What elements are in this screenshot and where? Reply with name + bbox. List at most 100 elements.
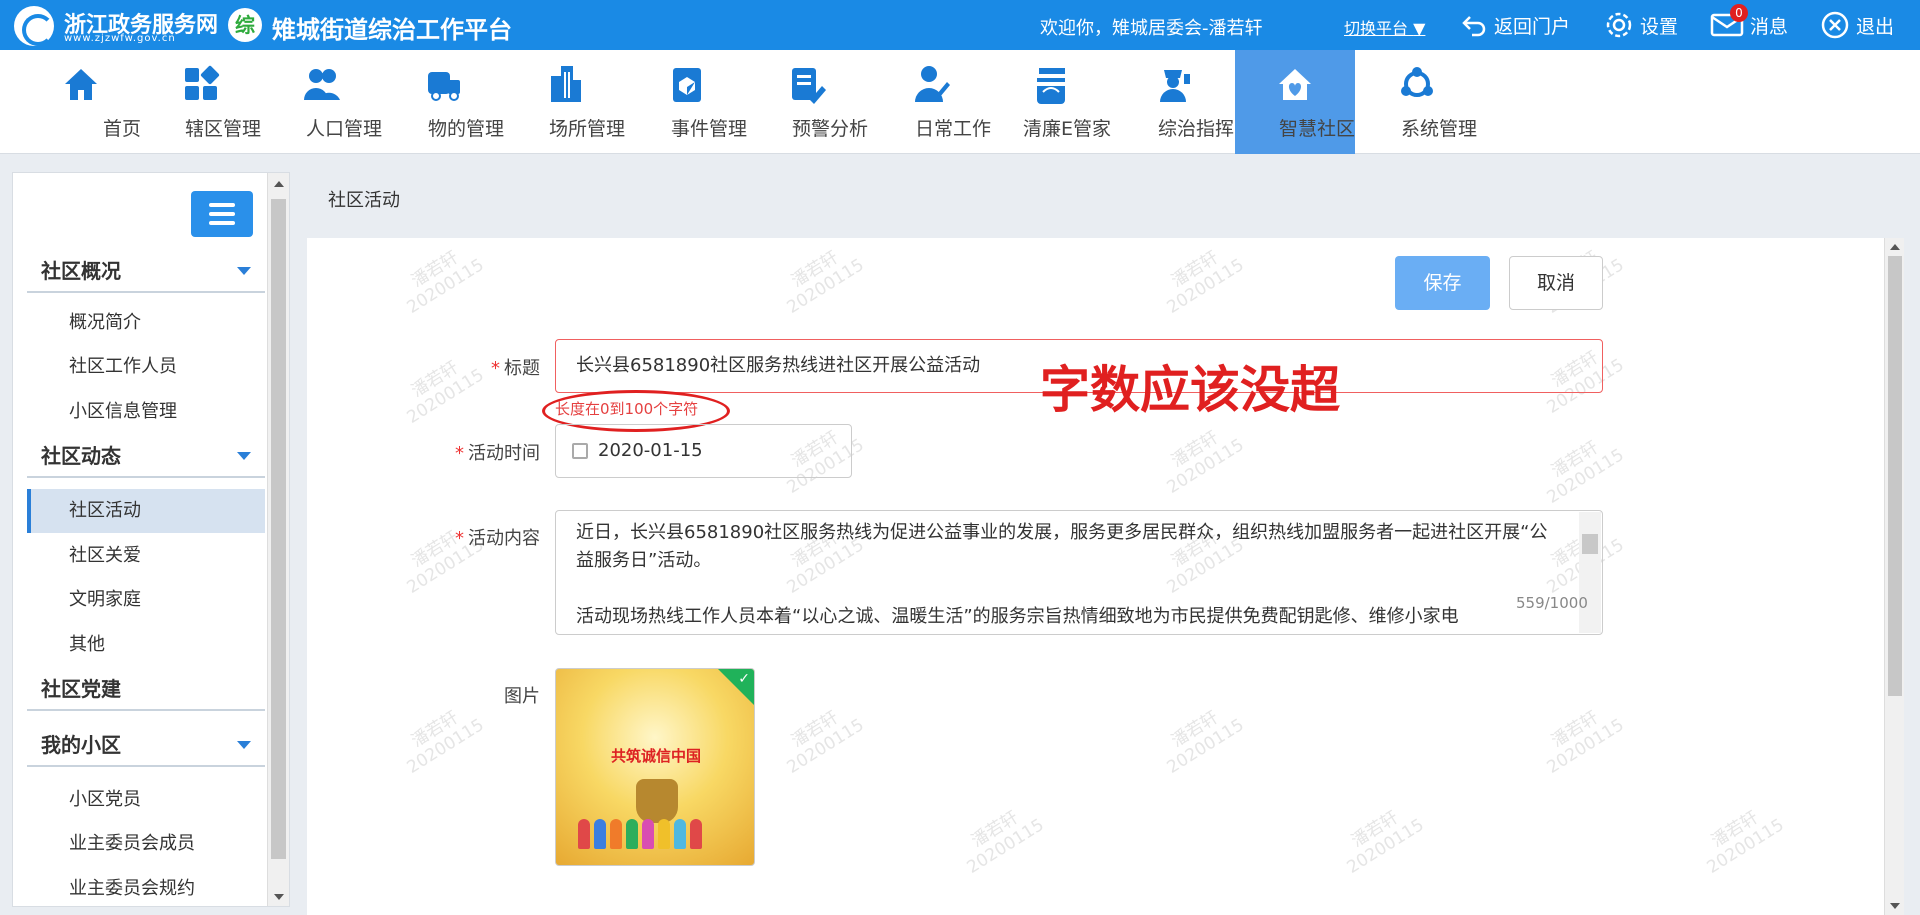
sidebar-item-committee-rules[interactable]: 业主委员会规约 xyxy=(27,867,265,906)
sidebar-scrollbar[interactable] xyxy=(267,173,289,906)
sidebar-group-my-estate[interactable]: 我的小区 xyxy=(27,723,265,767)
sidebar-item-care[interactable]: 社区关爱 xyxy=(27,534,265,578)
content-label: * 活动内容 xyxy=(455,528,540,549)
nav-daily-work-label: 日常工作 xyxy=(914,118,991,140)
sidebar-item-staff[interactable]: 社区工作人员 xyxy=(27,345,265,389)
worker-icon xyxy=(915,66,950,102)
sidebar-item-other[interactable]: 其他 xyxy=(27,623,265,667)
required-mark: * xyxy=(491,358,500,379)
uploaded-image[interactable]: 共筑诚信中国 ✓ xyxy=(555,668,755,866)
sidebar-item-activities[interactable]: 社区活动 xyxy=(27,489,265,533)
check-icon: ✓ xyxy=(738,671,750,687)
platform-logo-icon: 综 xyxy=(228,8,262,42)
nav-warning[interactable]: 预警分析 xyxy=(748,50,868,154)
return-icon xyxy=(1462,16,1486,37)
nav-objects[interactable]: 物的管理 xyxy=(384,50,504,154)
nav-warning-label: 预警分析 xyxy=(791,118,868,140)
nav-system-label: 系统管理 xyxy=(1400,118,1477,140)
settings-button[interactable]: 设置 xyxy=(1604,8,1678,42)
nav-places-label: 场所管理 xyxy=(548,118,625,140)
scroll-thumb[interactable] xyxy=(1582,534,1598,554)
clean-icon xyxy=(1037,68,1065,104)
messages-label: 消息 xyxy=(1750,15,1789,38)
sidebar-item-civilized-family[interactable]: 文明家庭 xyxy=(27,578,265,622)
return-portal-label: 返回门户 xyxy=(1494,15,1571,38)
building-icon xyxy=(551,66,581,102)
nav-home[interactable]: 首页 xyxy=(21,50,141,154)
watermark: 潘若轩20200115 xyxy=(963,807,1048,878)
sidebar-item-committee-members[interactable]: 业主委员会成员 xyxy=(27,822,265,866)
caret-down-icon: ▼ xyxy=(1413,19,1426,38)
scroll-down-icon[interactable] xyxy=(274,894,284,900)
nav-population[interactable]: 人口管理 xyxy=(262,50,382,154)
nav-daily-work[interactable]: 日常工作 xyxy=(871,50,991,154)
textarea-scrollbar[interactable] xyxy=(1579,512,1601,633)
nav-district-label: 辖区管理 xyxy=(184,118,261,140)
event-icon xyxy=(673,68,701,102)
nav-events[interactable]: 事件管理 xyxy=(627,50,747,154)
activity-date-value: 2020-01-15 xyxy=(598,440,703,461)
grid-icon xyxy=(185,65,220,100)
cancel-button[interactable]: 取消 xyxy=(1509,256,1603,310)
sidebar-group-label: 社区动态 xyxy=(41,444,121,468)
settings-label: 设置 xyxy=(1640,15,1679,38)
activity-date-picker[interactable]: 2020-01-15 xyxy=(555,424,852,478)
close-circle-icon xyxy=(1821,11,1849,39)
nav-objects-label: 物的管理 xyxy=(427,118,504,140)
nav-places[interactable]: 场所管理 xyxy=(505,50,625,154)
main-scrollbar[interactable] xyxy=(1884,238,1904,915)
system-icon xyxy=(1401,67,1433,97)
site-url: www.zjzwfw.gov.cn xyxy=(64,33,176,44)
switch-platform-link[interactable]: 切换平台 ▼ xyxy=(1344,15,1425,39)
scroll-thumb[interactable] xyxy=(1888,256,1902,696)
scroll-thumb[interactable] xyxy=(271,199,286,859)
children-figures xyxy=(576,819,736,859)
sidebar-item-party-members[interactable]: 小区党员 xyxy=(27,778,265,822)
nav-system[interactable]: 系统管理 xyxy=(1357,50,1477,154)
required-mark: * xyxy=(455,528,464,549)
sidebar-group-news[interactable]: 社区动态 xyxy=(27,434,265,478)
nav-smart-community[interactable]: 智慧社区 xyxy=(1235,50,1355,154)
sidebar-group-label: 社区党建 xyxy=(41,677,121,701)
watermark: 潘若轩20200115 xyxy=(783,707,868,778)
logout-label: 退出 xyxy=(1856,15,1895,38)
content-textarea[interactable]: 近日，长兴县6581890社区服务热线为促进公益事业的发展，服务更多居民群众，组… xyxy=(555,510,1603,635)
character-counter: 559/1000 xyxy=(1516,594,1588,612)
home-icon xyxy=(65,69,97,100)
messages-button[interactable]: 0 消息 xyxy=(1710,4,1789,42)
sidebar-item-estate-info[interactable]: 小区信息管理 xyxy=(27,390,265,434)
save-button[interactable]: 保存 xyxy=(1395,256,1490,310)
sidebar-group-label: 我的小区 xyxy=(41,733,121,757)
nav-clean[interactable]: 清廉E管家 xyxy=(991,50,1111,154)
sidebar-group-party[interactable]: 社区党建 xyxy=(27,667,265,711)
content-paragraph: 近日，长兴县6581890社区服务热线为促进公益事业的发展，服务更多居民群众，组… xyxy=(576,522,1548,571)
caret-down-icon xyxy=(237,452,251,460)
scroll-up-icon[interactable] xyxy=(274,181,284,187)
welcome-text: 欢迎你，雉城居委会-潘若轩 xyxy=(1040,18,1263,39)
community-icon xyxy=(1279,69,1311,100)
menu-toggle-button[interactable] xyxy=(191,191,253,237)
caret-down-icon xyxy=(237,267,251,275)
nav-events-label: 事件管理 xyxy=(670,118,747,140)
sidebar-group-overview[interactable]: 社区概况 xyxy=(27,249,265,293)
watermark: 潘若轩20200115 xyxy=(1163,427,1248,498)
switch-platform-label: 切换平台 xyxy=(1344,19,1409,38)
gear-icon xyxy=(1606,12,1632,38)
watermark: 潘若轩20200115 xyxy=(783,247,868,318)
scroll-up-icon[interactable] xyxy=(1890,244,1900,250)
watermark: 潘若轩20200115 xyxy=(1163,247,1248,318)
nav-district[interactable]: 辖区管理 xyxy=(141,50,261,154)
watermark: 潘若轩20200115 xyxy=(1343,807,1428,878)
platform-name: 雉城街道综治工作平台 xyxy=(272,16,512,44)
people-icon xyxy=(304,69,340,100)
image-label: 图片 xyxy=(504,686,540,707)
scroll-down-icon[interactable] xyxy=(1890,903,1900,909)
return-portal-button[interactable]: 返回门户 xyxy=(1460,8,1570,42)
watermark: 潘若轩20200115 xyxy=(403,707,488,778)
logout-button[interactable]: 退出 xyxy=(1820,8,1894,42)
nav-command[interactable]: 综治指挥 xyxy=(1114,50,1234,154)
nav-command-label: 综治指挥 xyxy=(1157,118,1234,140)
sidebar-item-intro[interactable]: 概况简介 xyxy=(27,301,265,345)
activity-time-label: * 活动时间 xyxy=(455,443,540,464)
vehicle-icon xyxy=(428,72,460,101)
